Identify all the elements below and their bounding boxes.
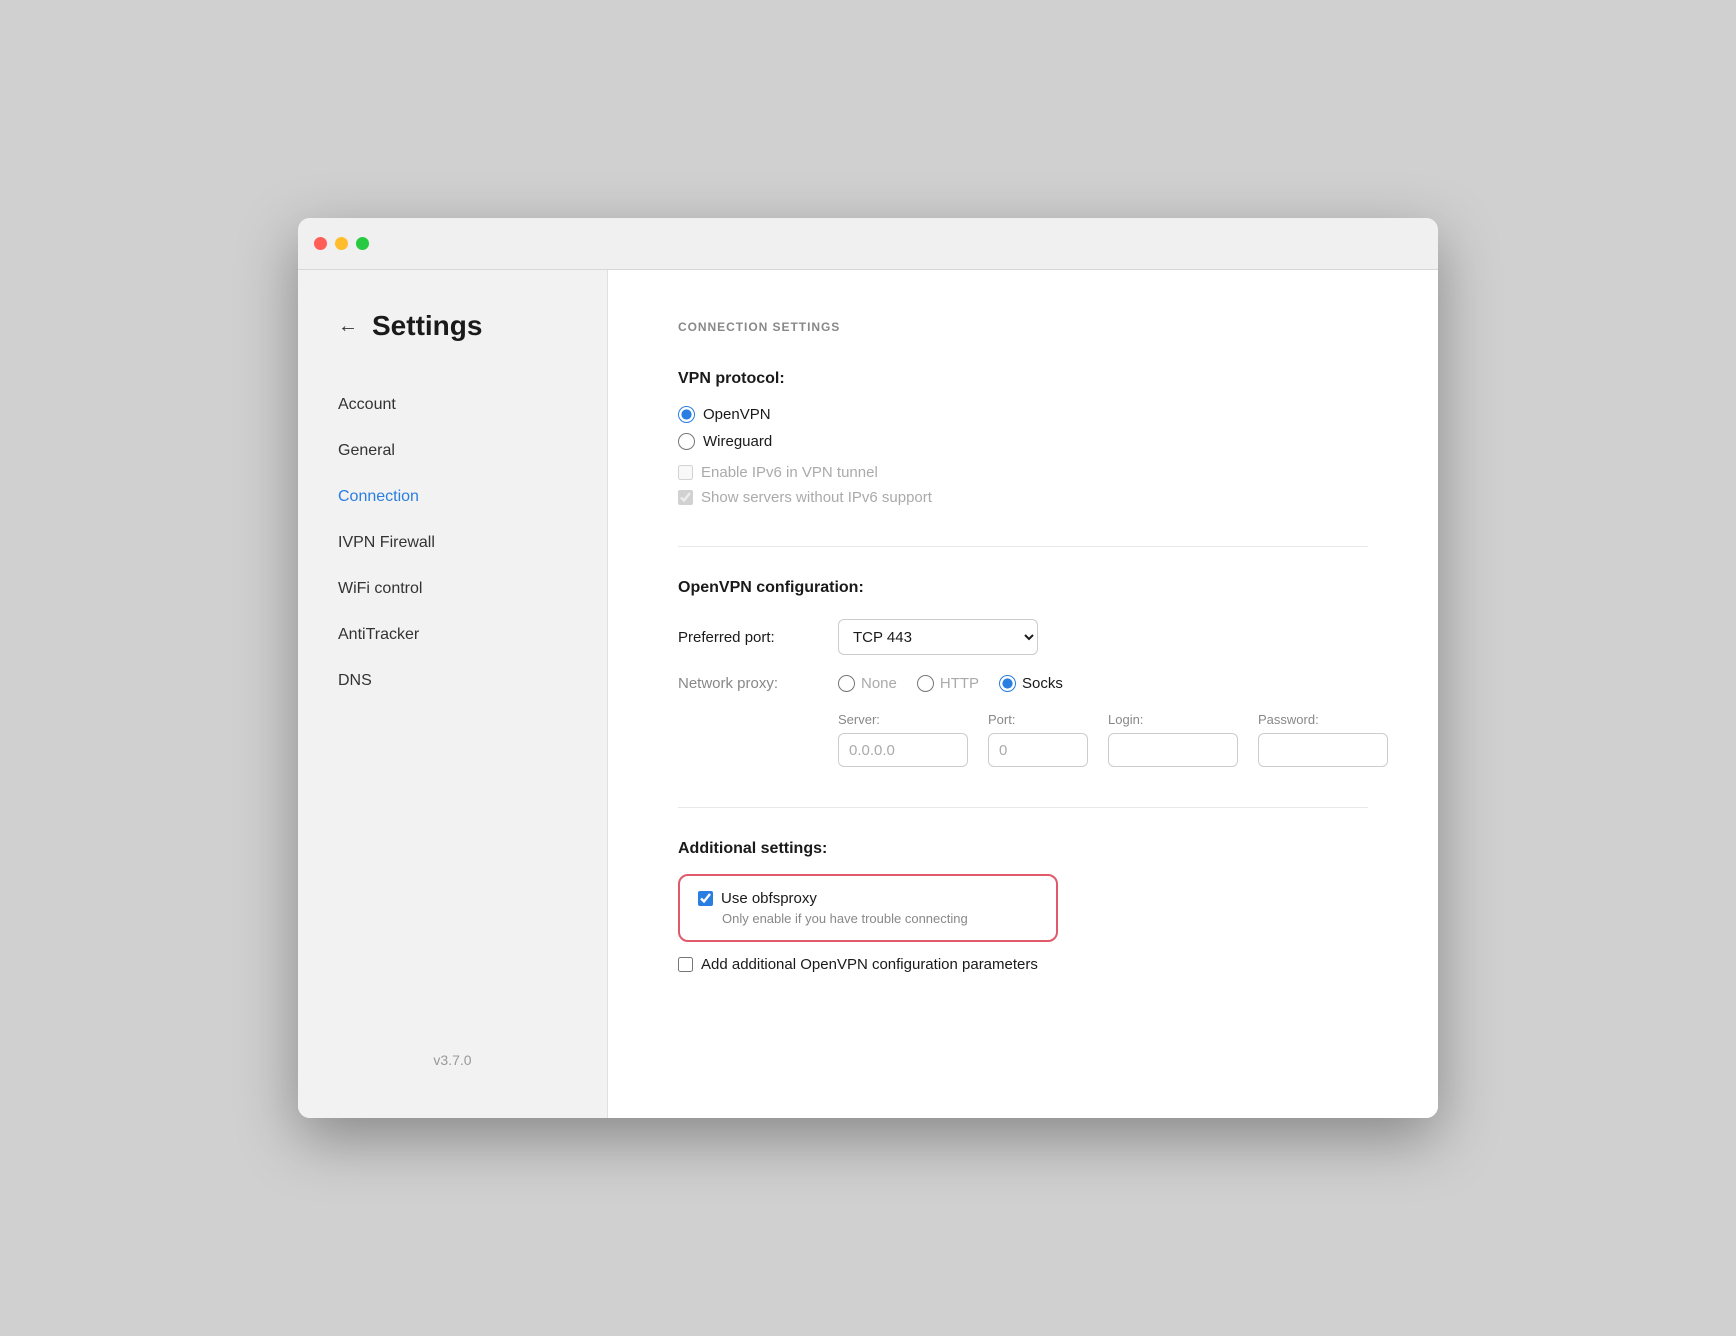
login-input-group: Login: bbox=[1108, 712, 1238, 767]
proxy-none-radio[interactable] bbox=[838, 675, 855, 692]
server-input-group: Server: bbox=[838, 712, 968, 767]
app-window: ← Settings Account General Connection IV… bbox=[298, 218, 1438, 1118]
openvpn-option[interactable]: OpenVPN bbox=[678, 406, 1368, 423]
obfsproxy-hint: Only enable if you have trouble connecti… bbox=[722, 911, 1038, 926]
minimize-button[interactable] bbox=[335, 237, 348, 250]
enable-ipv6-item: Enable IPv6 in VPN tunnel bbox=[678, 464, 1368, 481]
password-input[interactable] bbox=[1258, 733, 1388, 767]
port-input[interactable] bbox=[988, 733, 1088, 767]
obfsproxy-label[interactable]: Use obfsproxy bbox=[721, 890, 817, 907]
sidebar: ← Settings Account General Connection IV… bbox=[298, 270, 608, 1118]
vpn-protocol-label: VPN protocol: bbox=[678, 370, 1368, 388]
port-label: Port: bbox=[988, 712, 1088, 727]
vpn-protocol-section: VPN protocol: OpenVPN Wireguard Enable I… bbox=[678, 370, 1368, 506]
login-input[interactable] bbox=[1108, 733, 1238, 767]
enable-ipv6-label: Enable IPv6 in VPN tunnel bbox=[701, 464, 878, 481]
proxy-none-option[interactable]: None bbox=[838, 675, 897, 692]
network-proxy-row: Network proxy: None HTTP Socks bbox=[678, 675, 1368, 692]
obfsproxy-box: Use obfsproxy Only enable if you have tr… bbox=[678, 874, 1058, 942]
openvpn-config-label: OpenVPN configuration: bbox=[678, 579, 1368, 597]
wireguard-option[interactable]: Wireguard bbox=[678, 433, 1368, 450]
proxy-socks-radio[interactable] bbox=[999, 675, 1016, 692]
divider-2 bbox=[678, 807, 1368, 808]
network-proxy-label: Network proxy: bbox=[678, 675, 838, 692]
preferred-port-select[interactable]: TCP 443 UDP 1194 TCP 80 UDP 2049 bbox=[838, 619, 1038, 655]
sidebar-item-antitracker[interactable]: AntiTracker bbox=[298, 612, 607, 658]
password-label: Password: bbox=[1258, 712, 1388, 727]
sidebar-item-account[interactable]: Account bbox=[298, 382, 607, 428]
proxy-none-label: None bbox=[861, 675, 897, 692]
section-header: CONNECTION SETTINGS bbox=[678, 320, 1368, 334]
preferred-port-row: Preferred port: TCP 443 UDP 1194 TCP 80 … bbox=[678, 619, 1368, 655]
preferred-port-label: Preferred port: bbox=[678, 629, 838, 646]
password-input-group: Password: bbox=[1258, 712, 1388, 767]
add-params-row: Add additional OpenVPN configuration par… bbox=[678, 956, 1368, 973]
proxy-options: None HTTP Socks bbox=[838, 675, 1063, 692]
close-button[interactable] bbox=[314, 237, 327, 250]
proxy-socks-option[interactable]: Socks bbox=[999, 675, 1063, 692]
sidebar-title: Settings bbox=[372, 310, 482, 342]
proxy-inputs-row: Server: Port: Login: Password: bbox=[838, 712, 1368, 767]
main-content: CONNECTION SETTINGS VPN protocol: OpenVP… bbox=[608, 270, 1438, 1118]
obfsproxy-top: Use obfsproxy bbox=[698, 890, 1038, 907]
sidebar-header: ← Settings bbox=[298, 310, 607, 382]
proxy-socks-label: Socks bbox=[1022, 675, 1063, 692]
divider-1 bbox=[678, 546, 1368, 547]
additional-settings-label: Additional settings: bbox=[678, 840, 1368, 858]
sidebar-item-dns[interactable]: DNS bbox=[298, 658, 607, 704]
sidebar-item-ivpn-firewall[interactable]: IVPN Firewall bbox=[298, 520, 607, 566]
wireguard-label: Wireguard bbox=[703, 433, 772, 450]
content-area: ← Settings Account General Connection IV… bbox=[298, 270, 1438, 1118]
server-input[interactable] bbox=[838, 733, 968, 767]
vpn-protocol-radio-group: OpenVPN Wireguard bbox=[678, 406, 1368, 450]
obfsproxy-checkbox[interactable] bbox=[698, 891, 713, 906]
back-arrow-icon[interactable]: ← bbox=[338, 316, 358, 336]
login-label: Login: bbox=[1108, 712, 1238, 727]
openvpn-label: OpenVPN bbox=[703, 406, 771, 423]
proxy-http-label: HTTP bbox=[940, 675, 979, 692]
traffic-lights bbox=[314, 237, 369, 250]
show-no-ipv6-item: Show servers without IPv6 support bbox=[678, 489, 1368, 506]
sidebar-item-wifi-control[interactable]: WiFi control bbox=[298, 566, 607, 612]
enable-ipv6-checkbox[interactable] bbox=[678, 465, 693, 480]
show-no-ipv6-label: Show servers without IPv6 support bbox=[701, 489, 932, 506]
server-label: Server: bbox=[838, 712, 968, 727]
port-input-group: Port: bbox=[988, 712, 1088, 767]
version-label: v3.7.0 bbox=[298, 1032, 607, 1088]
show-no-ipv6-checkbox[interactable] bbox=[678, 490, 693, 505]
add-params-checkbox[interactable] bbox=[678, 957, 693, 972]
add-params-label[interactable]: Add additional OpenVPN configuration par… bbox=[701, 956, 1038, 973]
titlebar bbox=[298, 218, 1438, 270]
openvpn-radio[interactable] bbox=[678, 406, 695, 423]
sidebar-item-general[interactable]: General bbox=[298, 428, 607, 474]
openvpn-config-section: OpenVPN configuration: Preferred port: T… bbox=[678, 579, 1368, 767]
sidebar-nav: Account General Connection IVPN Firewall… bbox=[298, 382, 607, 1032]
proxy-http-option[interactable]: HTTP bbox=[917, 675, 979, 692]
maximize-button[interactable] bbox=[356, 237, 369, 250]
wireguard-radio[interactable] bbox=[678, 433, 695, 450]
sidebar-item-connection[interactable]: Connection bbox=[298, 474, 607, 520]
proxy-http-radio[interactable] bbox=[917, 675, 934, 692]
additional-settings-section: Additional settings: Use obfsproxy Only … bbox=[678, 840, 1368, 973]
